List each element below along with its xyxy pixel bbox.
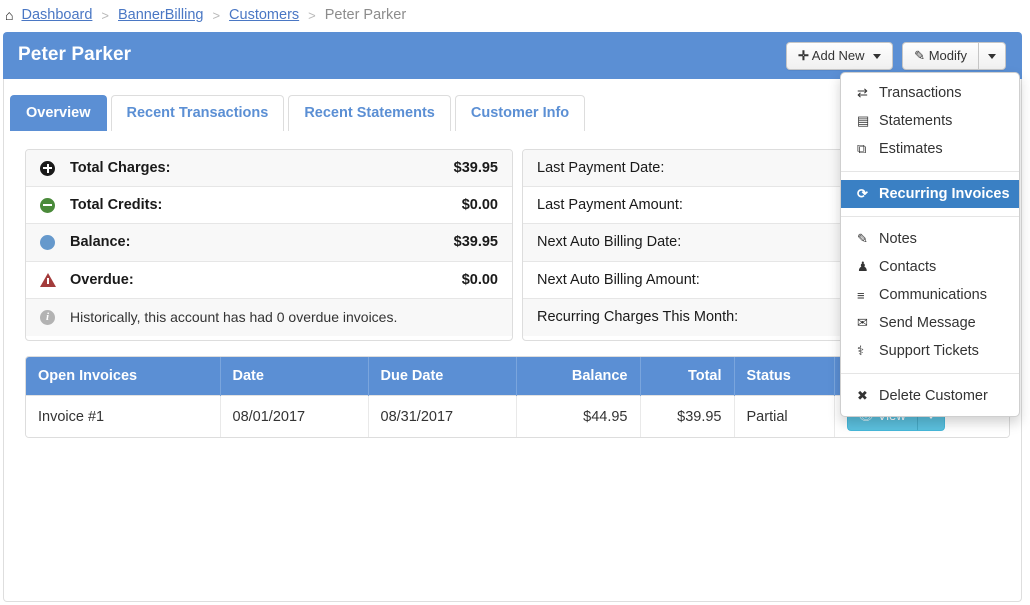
plus-icon: ✛ (798, 48, 809, 63)
summary-value: $0.00 (462, 197, 498, 213)
detail-label: Next Auto Billing Amount: (537, 272, 700, 288)
summary-row-overdue: Overdue: $0.00 (26, 262, 512, 299)
add-new-button[interactable]: ✛ Add New (786, 42, 893, 70)
menu-item-label: Estimates (879, 141, 943, 157)
menu-item-label: Recurring Invoices (879, 186, 1010, 202)
home-icon[interactable]: ⌂ (5, 7, 13, 23)
account-summary-panel: Total Charges: $39.95 Total Credits: $0.… (25, 149, 513, 341)
col-open-invoices[interactable]: Open Invoices (26, 357, 220, 396)
detail-label: Last Payment Amount: (537, 197, 683, 213)
exchange-icon: ⇄ (857, 85, 879, 101)
menu-item-communications[interactable]: ≡ Communications (841, 281, 1019, 309)
summary-label: Total Charges: (70, 160, 170, 176)
menu-item-notes[interactable]: ✎ Notes (841, 225, 1019, 253)
summary-label: Balance: (70, 234, 130, 250)
page-root: ⌂ Dashboard > BannerBilling > Customers … (0, 0, 1030, 605)
plus-circle-icon (40, 161, 70, 176)
detail-label: Last Payment Date: (537, 160, 664, 176)
file-copy-icon: ⧉ (857, 141, 879, 157)
cell-date: 08/01/2017 (220, 396, 368, 438)
pencil-icon: ✎ (914, 48, 925, 63)
tab-overview[interactable]: Overview (10, 95, 107, 131)
summary-row-history-note: i Historically, this account has had 0 o… (26, 299, 512, 336)
menu-item-label: Support Tickets (879, 343, 979, 359)
cell-status: Partial (734, 396, 834, 438)
circle-icon (40, 235, 70, 250)
add-new-label: Add New (812, 48, 865, 63)
menu-item-transactions[interactable]: ⇄ Transactions (841, 79, 1019, 107)
col-due-date[interactable]: Due Date (368, 357, 516, 396)
modify-dropdown-menu: ⇄ Transactions ▤ Statements ⧉ Estimates … (840, 72, 1020, 417)
caret-down-icon (988, 54, 996, 59)
breadcrumb-item-current: Peter Parker (325, 7, 406, 23)
envelope-icon: ✉ (857, 315, 879, 331)
menu-item-label: Delete Customer (879, 388, 988, 404)
menu-item-label: Send Message (879, 315, 976, 331)
menu-item-recurring-invoices[interactable]: ⟳ Recurring Invoices (841, 180, 1019, 208)
menu-item-contacts[interactable]: ♟ Contacts (841, 253, 1019, 281)
cell-due-date: 08/31/2017 (368, 396, 516, 438)
breadcrumb-separator: > (101, 8, 109, 23)
summary-value: $39.95 (454, 234, 498, 250)
summary-value: $39.95 (454, 160, 498, 176)
minus-circle-icon (40, 198, 70, 213)
summary-label: Total Credits: (70, 197, 162, 213)
close-x-icon: ✖ (857, 388, 879, 404)
breadcrumb-item-dashboard[interactable]: Dashboard (21, 7, 92, 23)
detail-label: Recurring Charges This Month: (537, 309, 738, 325)
menu-divider (841, 373, 1019, 374)
breadcrumb-item-bannerbilling[interactable]: BannerBilling (118, 7, 203, 23)
info-icon: i (40, 310, 70, 325)
menu-item-label: Transactions (879, 85, 961, 101)
caret-down-icon (873, 54, 881, 59)
breadcrumb-item-customers[interactable]: Customers (229, 7, 299, 23)
menu-item-delete-customer[interactable]: ✖ Delete Customer (841, 382, 1019, 410)
breadcrumb: ⌂ Dashboard > BannerBilling > Customers … (0, 0, 406, 30)
col-balance[interactable]: Balance (516, 357, 640, 396)
menu-item-label: Notes (879, 231, 917, 247)
tab-recent-statements[interactable]: Recent Statements (288, 95, 451, 131)
col-status[interactable]: Status (734, 357, 834, 396)
tab-recent-transactions[interactable]: Recent Transactions (111, 95, 285, 131)
menu-item-statements[interactable]: ▤ Statements (841, 107, 1019, 135)
detail-label: Next Auto Billing Date: (537, 234, 681, 250)
menu-item-label: Statements (879, 113, 952, 129)
modify-button[interactable]: ✎ Modify (902, 42, 978, 70)
menu-item-label: Communications (879, 287, 987, 303)
summary-row-balance: Balance: $39.95 (26, 224, 512, 261)
summary-label: Overdue: (70, 272, 134, 288)
warning-icon (40, 273, 70, 287)
summary-value: $0.00 (462, 272, 498, 288)
header-actions: ✛ Add New ✎ Modify (786, 42, 1006, 70)
cell-invoice-name[interactable]: Invoice #1 (26, 396, 220, 438)
summary-row-total-charges: Total Charges: $39.95 (26, 150, 512, 187)
menu-item-label: Contacts (879, 259, 936, 275)
col-date[interactable]: Date (220, 357, 368, 396)
edit-square-icon: ✎ (857, 231, 879, 247)
breadcrumb-separator: > (212, 8, 220, 23)
modify-button-group: ✎ Modify (902, 42, 1006, 70)
cell-total: $39.95 (640, 396, 734, 438)
ambulance-icon: ⚕ (857, 343, 879, 359)
summary-row-total-credits: Total Credits: $0.00 (26, 187, 512, 224)
breadcrumb-separator: > (308, 8, 316, 23)
page-title: Peter Parker (18, 44, 131, 66)
align-justify-icon: ≡ (857, 288, 879, 303)
refresh-icon: ⟳ (857, 186, 879, 202)
user-icon: ♟ (857, 259, 879, 275)
menu-item-send-message[interactable]: ✉ Send Message (841, 309, 1019, 337)
menu-divider (841, 171, 1019, 172)
tab-customer-info[interactable]: Customer Info (455, 95, 585, 131)
modify-label: Modify (929, 48, 967, 63)
cell-balance: $44.95 (516, 396, 640, 438)
summary-note-text: Historically, this account has had 0 ove… (70, 309, 397, 325)
menu-item-estimates[interactable]: ⧉ Estimates (841, 135, 1019, 163)
list-alt-icon: ▤ (857, 113, 879, 129)
col-total[interactable]: Total (640, 357, 734, 396)
menu-divider (841, 216, 1019, 217)
modify-dropdown-toggle[interactable] (978, 42, 1006, 70)
tab-bar: Overview Recent Transactions Recent Stat… (10, 95, 585, 131)
menu-item-support-tickets[interactable]: ⚕ Support Tickets (841, 337, 1019, 365)
